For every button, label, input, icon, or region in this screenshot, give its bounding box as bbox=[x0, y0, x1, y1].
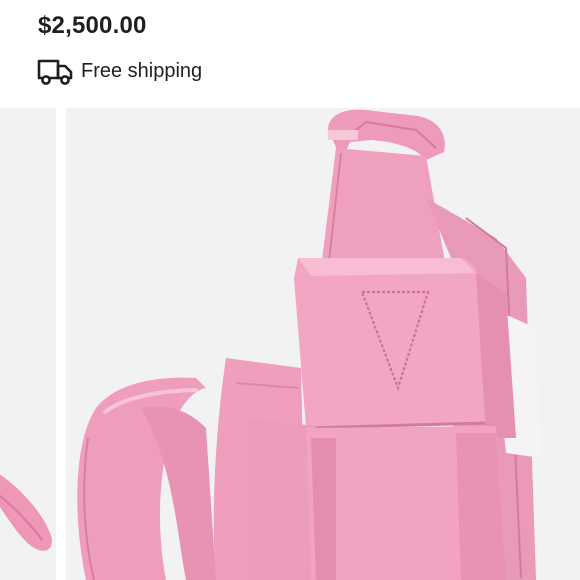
main-product-image[interactable] bbox=[66, 108, 580, 580]
previous-image-thumbnail[interactable] bbox=[0, 108, 56, 580]
truck-icon bbox=[36, 56, 74, 86]
product-price: $2,500.00 bbox=[38, 12, 147, 39]
shipping-info: Free shipping bbox=[36, 56, 202, 86]
free-shipping-label: Free shipping bbox=[81, 59, 203, 82]
product-image-gallery bbox=[0, 108, 580, 580]
